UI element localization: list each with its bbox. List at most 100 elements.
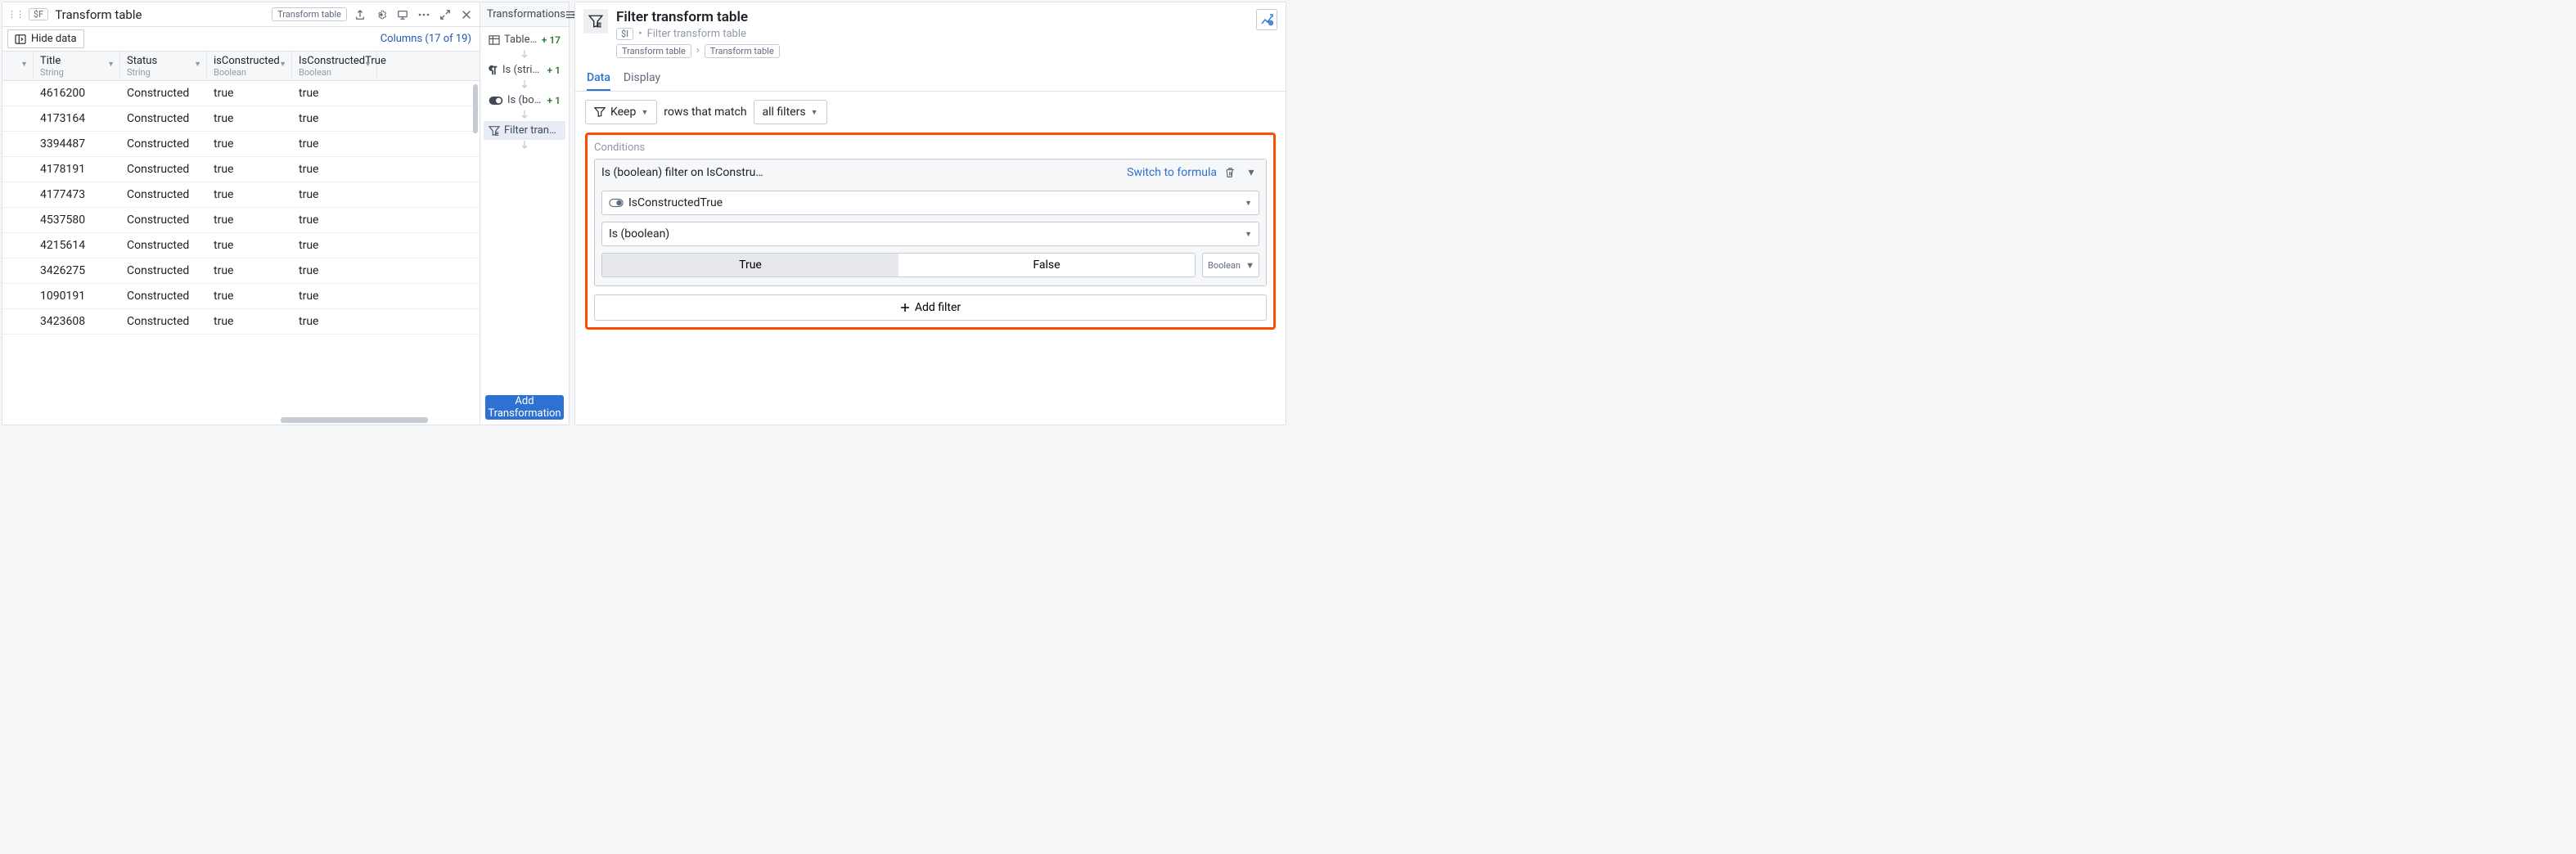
cell-title: 4173164 (34, 112, 120, 125)
horizontal-scrollbar[interactable] (281, 417, 428, 423)
column-select[interactable]: IsConstructedTrue ▼ (601, 191, 1259, 215)
filter-mode-row: Keep ▼ rows that match all filters ▼ (585, 100, 1276, 124)
pilcrow-icon (489, 65, 498, 76)
cell-status: Constructed (120, 188, 207, 201)
filter-icon (583, 9, 608, 34)
close-icon[interactable] (458, 7, 475, 23)
gear-icon[interactable] (373, 7, 390, 23)
transformation-label: Table from object set (504, 34, 538, 46)
condition-title: Is (boolean) filter on IsConstru… (601, 166, 1122, 179)
table-row[interactable]: 4215614Constructedtruetrue (2, 233, 480, 258)
chevron-down-icon: ▼ (1245, 199, 1252, 208)
table-row[interactable]: 4173164Constructedtruetrue (2, 106, 480, 132)
table-row[interactable]: 3426275Constructedtruetrue (2, 258, 480, 284)
breadcrumb: Transform table › Transform table (616, 44, 1248, 58)
operator-select[interactable]: Is (boolean) ▼ (601, 222, 1259, 246)
id-badge[interactable]: $I (616, 28, 633, 40)
tab-data[interactable]: Data (587, 66, 610, 91)
table-row[interactable]: 4177473Constructedtruetrue (2, 182, 480, 208)
tab-display[interactable]: Display (624, 66, 660, 91)
conditions-highlight: Conditions Is (boolean) filter on IsCons… (585, 133, 1276, 330)
cell-isconstructedtrue: true (292, 290, 377, 303)
filter-config-panel: Filter transform table $I • Filter trans… (574, 2, 1286, 425)
false-button[interactable]: False (898, 254, 1195, 276)
table-row[interactable]: 4616200Constructedtruetrue (2, 81, 480, 106)
transformation-label: Filter transform table (504, 124, 561, 137)
variable-badge[interactable]: $F (29, 8, 48, 20)
chevron-down-icon[interactable]: ▼ (194, 60, 201, 69)
add-chart-icon[interactable] (1256, 9, 1277, 30)
table-row[interactable]: 4178191Constructedtruetrue (2, 157, 480, 182)
transformation-label: Is (string) (502, 64, 543, 76)
cell-isconstructed: true (207, 214, 292, 227)
type-select[interactable]: Boolean ▼ (1202, 253, 1259, 277)
table-row[interactable]: 3423608Constructedtruetrue (2, 309, 480, 335)
switch-to-formula-link[interactable]: Switch to formula (1127, 166, 1217, 179)
columns-link[interactable]: Columns (17 of 19) (381, 33, 475, 45)
chevron-down-icon[interactable]: ▼ (107, 60, 115, 69)
add-filter-button[interactable]: Add filter (594, 294, 1267, 321)
column-header-isconstructedtrue[interactable]: IsConstructedTrueBoolean▼ (292, 52, 377, 80)
export-icon[interactable] (352, 7, 368, 23)
table-row[interactable]: 3394487Constructedtruetrue (2, 132, 480, 157)
filter-icon (489, 125, 500, 137)
table-header-row: ▼ TitleString▼ StatusString▼ isConstruct… (2, 52, 480, 81)
true-false-segment: True False (601, 253, 1196, 277)
cell-isconstructedtrue: true (292, 137, 377, 151)
hide-data-button[interactable]: Hide data (7, 29, 84, 48)
drag-handle-icon[interactable]: ⋮⋮ (7, 9, 24, 20)
config-subtitle: Filter transform table (647, 28, 746, 40)
cell-isconstructed: true (207, 137, 292, 151)
vertical-scrollbar[interactable] (473, 84, 478, 133)
cell-title: 3426275 (34, 264, 120, 277)
toggle-icon (489, 97, 503, 105)
breadcrumb-item[interactable]: Transform table (616, 44, 691, 58)
transformations-title: Transformations (487, 8, 565, 20)
cell-isconstructedtrue: true (292, 214, 377, 227)
chevron-down-icon: ▼ (1245, 260, 1254, 271)
chevron-down-icon[interactable]: ▼ (279, 60, 286, 69)
chevron-down-icon[interactable]: ▾ (1243, 164, 1259, 181)
cell-isconstructedtrue: true (292, 163, 377, 176)
table-row[interactable]: 4537580Constructedtruetrue (2, 208, 480, 233)
condition-card: Is (boolean) filter on IsConstru… Switch… (594, 159, 1267, 286)
delta-badge: + 1 (547, 65, 561, 76)
add-transformation-button[interactable]: Add Transformation (485, 395, 564, 420)
cell-status: Constructed (120, 239, 207, 252)
transformation-item[interactable]: Is (string) + 1 (484, 61, 565, 79)
breadcrumb-item[interactable]: Transform table (705, 44, 780, 58)
chevron-down-icon: ▼ (1245, 230, 1252, 239)
true-button[interactable]: True (602, 254, 898, 276)
panel-subheader: Hide data Columns (17 of 19) (2, 27, 480, 52)
cell-isconstructedtrue: true (292, 264, 377, 277)
transformations-panel: Transformations Table from object set+ 1… (480, 2, 570, 425)
delta-badge: + 1 (547, 95, 561, 106)
cell-title: 4616200 (34, 87, 120, 100)
column-header-status[interactable]: StatusString▼ (120, 52, 207, 80)
keep-dropdown[interactable]: Keep ▼ (585, 100, 657, 124)
transformation-item[interactable]: Filter transform table (484, 121, 565, 140)
transformation-item[interactable]: Table from object set+ 17 (484, 30, 565, 49)
more-icon[interactable] (416, 7, 432, 23)
cell-status: Constructed (120, 112, 207, 125)
all-filters-dropdown[interactable]: all filters ▼ (754, 100, 827, 124)
column-header-title[interactable]: TitleString▼ (34, 52, 120, 80)
transformation-label: Is (boolean) (507, 94, 543, 106)
cell-title: 4215614 (34, 239, 120, 252)
column-header-isconstructed[interactable]: isConstructedBoolean▼ (207, 52, 292, 80)
checkbox-column-header[interactable]: ▼ (2, 52, 34, 80)
card-type-tag[interactable]: Transform table (272, 7, 347, 21)
chevron-down-icon[interactable]: ▼ (364, 60, 372, 69)
trash-icon[interactable] (1222, 164, 1238, 181)
chevron-down-icon[interactable]: ▼ (20, 60, 28, 69)
table-row[interactable]: 1090191Constructedtruetrue (2, 284, 480, 309)
cell-isconstructed: true (207, 290, 292, 303)
present-icon[interactable] (394, 7, 411, 23)
config-tabs: Data Display (575, 66, 1286, 92)
cell-isconstructedtrue: true (292, 188, 377, 201)
transformation-item[interactable]: Is (boolean) + 1 (484, 91, 565, 110)
conditions-label: Conditions (594, 142, 1267, 154)
expand-icon[interactable] (437, 7, 453, 23)
cell-status: Constructed (120, 87, 207, 100)
transformations-header: Transformations (480, 2, 569, 27)
